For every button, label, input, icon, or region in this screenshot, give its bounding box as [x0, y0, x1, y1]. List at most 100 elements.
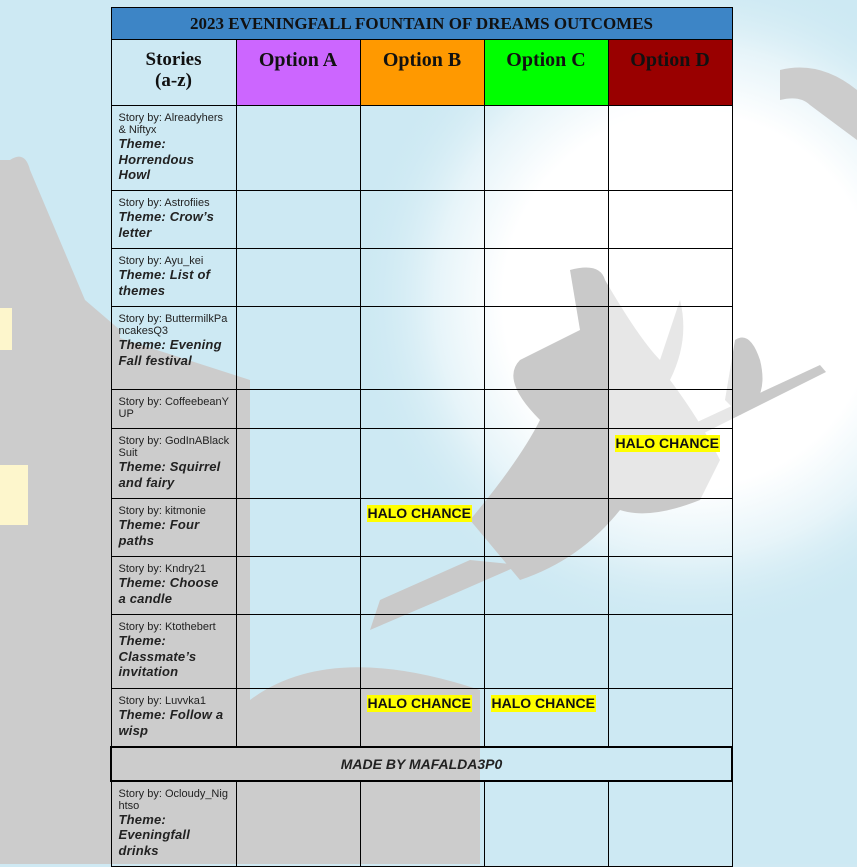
option-b-cell — [359, 428, 485, 499]
story-theme: Theme: Classmate’s invitation — [118, 633, 197, 679]
story-row: Story by: Alreadyhers & Niftyx Theme: Hor… — [110, 105, 733, 191]
option-b-cell — [359, 105, 485, 191]
halo-chance-badge: HALO CHANCE — [614, 435, 720, 452]
story-theme: Theme: List of themes — [118, 267, 211, 298]
story-cell: Story by: ButtermilkPancakesQ3 Theme: Eve… — [110, 306, 237, 390]
table-title: 2023 EVENINGFALL FOUNTAIN OF DREAMS OUTC… — [110, 7, 733, 40]
halo-chance-badge: HALO CHANCE — [366, 505, 472, 522]
option-c-cell — [483, 105, 609, 191]
option-d-cell — [607, 780, 733, 867]
halo-chance-badge: HALO CHANCE — [490, 695, 596, 712]
option-d-cell — [607, 498, 733, 557]
story-theme: Theme: Four paths — [118, 517, 200, 548]
story-cell: Story by: Kndry21 Theme: Choose a candle — [110, 556, 237, 615]
story-row: Story by: GodInABlackSuit Theme: Squirrel… — [110, 428, 733, 499]
story-author: Story by: Alreadyhers & Niftyx — [118, 112, 224, 136]
option-c-cell — [483, 780, 609, 867]
story-cell: Story by: CoffeebeanYUP — [110, 389, 237, 429]
story-row: Story by: Ayu_kei Theme: List of themes — [110, 248, 733, 307]
story-author: Story by: Ocloudy_Nightso — [118, 787, 228, 812]
option-c-cell: HALO CHANCE — [483, 688, 609, 747]
option-d-cell — [607, 306, 733, 390]
option-a-cell — [235, 389, 361, 429]
story-theme: Theme: Horrendous Howl — [118, 136, 195, 182]
option-c-cell — [483, 190, 609, 249]
story-cell: Story by: kitmonie Theme: Four paths — [110, 498, 237, 557]
story-cell: Story by: Luvvka1 Theme: Follow a wisp — [110, 688, 237, 747]
story-row: Story by: Kndry21 Theme: Choose a candle — [110, 556, 733, 615]
story-author: Story by: Luvvka1 — [118, 695, 206, 707]
story-theme: Theme: Crow’s letter — [118, 209, 215, 240]
option-d-cell — [607, 389, 733, 429]
option-b-cell — [359, 389, 485, 429]
story-theme: Theme: Choose a candle — [118, 575, 219, 606]
option-b-cell — [359, 780, 485, 867]
option-a-cell — [235, 190, 361, 249]
story-theme: Theme: Squirrel and fairy — [118, 459, 221, 490]
stories-header: Stories (a-z) — [110, 39, 237, 106]
option-a-cell — [235, 780, 361, 867]
option-a-cell — [235, 688, 361, 747]
story-theme: Theme: Evening Fall festival — [118, 337, 222, 368]
story-cell: Story by: Ocloudy_Nightso Theme: Eveningf… — [110, 780, 237, 867]
option-a-header: Option A — [235, 39, 361, 106]
option-d-header: Option D — [607, 39, 733, 106]
story-row: Story by: Ocloudy_Nightso Theme: Eveningf… — [110, 780, 733, 867]
option-b-cell — [359, 248, 485, 307]
option-b-cell — [359, 614, 485, 689]
banner-row: MADE BY MAFALDA3P0 — [109, 745, 734, 782]
story-theme: Theme: Eveningfall drinks — [118, 811, 191, 858]
option-a-cell — [235, 248, 361, 307]
story-row: Story by: Astrofiies Theme: Crow’s letter — [110, 190, 733, 249]
option-a-cell — [235, 498, 361, 557]
option-b-cell: HALO CHANCE — [359, 688, 485, 747]
made-by-banner: MADE BY MAFALDA3P0 — [109, 745, 734, 782]
story-row: Story by: Ktothebert Theme: Classmate’s i… — [110, 614, 733, 689]
story-author: Story by: CoffeebeanYUP — [118, 396, 229, 420]
option-d-cell — [607, 556, 733, 615]
story-cell: Story by: Ktothebert Theme: Classmate’s i… — [110, 614, 237, 689]
option-d-cell — [607, 688, 733, 747]
option-c-cell — [483, 428, 609, 499]
option-b-header: Option B — [359, 39, 485, 106]
option-c-cell — [483, 614, 609, 689]
option-c-cell — [483, 498, 609, 557]
option-c-cell — [483, 556, 609, 615]
option-a-cell — [235, 428, 361, 499]
option-d-cell — [607, 190, 733, 249]
option-a-cell — [235, 614, 361, 689]
option-a-cell — [235, 556, 361, 615]
story-author: Story by: Astrofiies — [118, 197, 210, 209]
story-cell: Story by: GodInABlackSuit Theme: Squirrel… — [110, 428, 237, 499]
option-b-cell — [359, 190, 485, 249]
option-c-cell — [483, 248, 609, 307]
halo-chance-badge: HALO CHANCE — [366, 695, 472, 712]
option-d-cell — [607, 614, 733, 689]
outcomes-table-container: 2023 EVENINGFALL FOUNTAIN OF DREAMS OUTC… — [109, 7, 734, 867]
story-author: Story by: Kndry21 — [118, 563, 206, 575]
stories-header-sublabel: (a-z) — [155, 70, 192, 91]
story-cell: Story by: Ayu_kei Theme: List of themes — [110, 248, 237, 307]
story-author: Story by: Ktothebert — [118, 621, 216, 633]
stories-header-label: Stories — [145, 49, 202, 70]
story-cell: Story by: Alreadyhers & Niftyx Theme: Hor… — [110, 105, 237, 191]
option-d-cell: HALO CHANCE — [607, 428, 733, 499]
option-c-cell — [483, 389, 609, 429]
story-author: Story by: GodInABlackSuit — [118, 435, 230, 459]
story-row: Story by: Luvvka1 Theme: Follow a wisp HAL… — [110, 688, 733, 747]
option-c-header: Option C — [483, 39, 609, 106]
option-d-cell — [607, 105, 733, 191]
header-row: Stories (a-z) Option A Option B Option C… — [110, 39, 733, 106]
option-d-cell — [607, 248, 733, 307]
story-theme: Theme: Follow a wisp — [118, 707, 224, 738]
option-b-cell: HALO CHANCE — [359, 498, 485, 557]
story-row: Story by: CoffeebeanYUP — [110, 389, 733, 429]
story-author: Story by: kitmonie — [118, 505, 206, 517]
story-row: Story by: kitmonie Theme: Four paths HALO … — [110, 498, 733, 557]
story-author: Story by: ButtermilkPancakesQ3 — [118, 313, 228, 337]
option-a-cell — [235, 306, 361, 390]
story-row: Story by: ButtermilkPancakesQ3 Theme: Eve… — [110, 306, 733, 390]
option-c-cell — [483, 306, 609, 390]
story-cell: Story by: Astrofiies Theme: Crow’s letter — [110, 190, 237, 249]
story-author: Story by: Ayu_kei — [118, 255, 204, 267]
